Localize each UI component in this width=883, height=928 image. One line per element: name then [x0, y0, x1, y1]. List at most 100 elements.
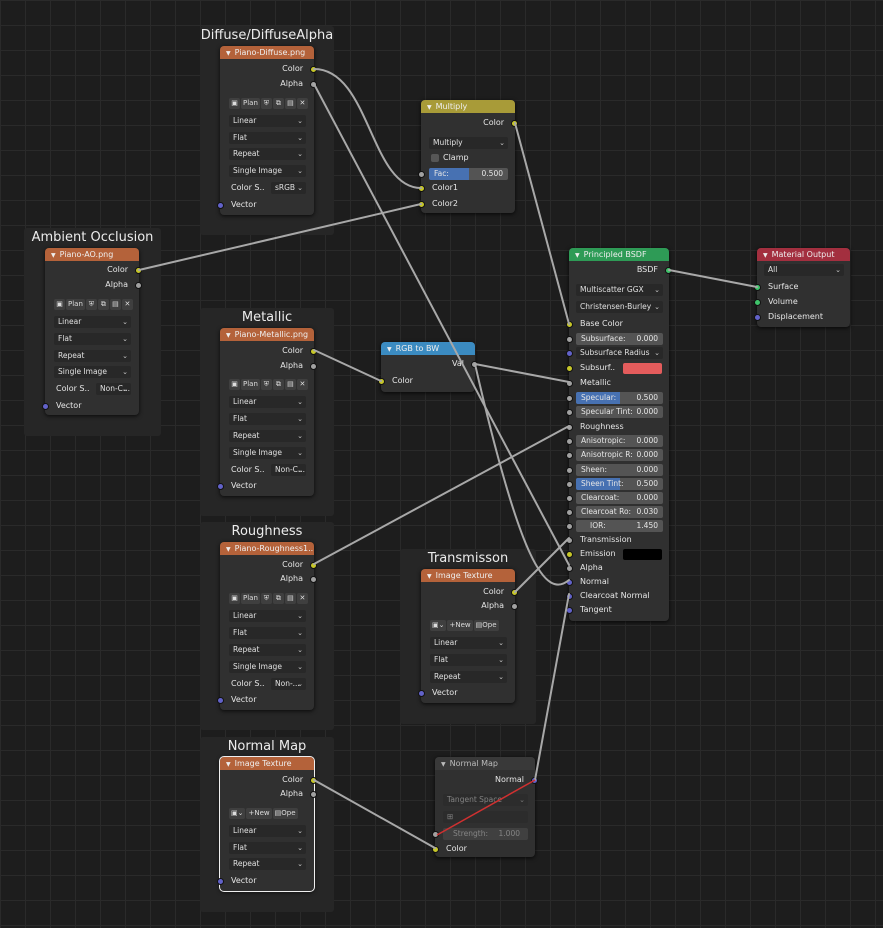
- fake-user-icon[interactable]: ⛨: [260, 593, 272, 604]
- image-browse-icon[interactable]: ▣: [54, 299, 65, 310]
- link-multiply-to-basecolor[interactable]: [514, 122, 570, 325]
- clearcoat-roughness-field[interactable]: Clearcoat Ro: 0.030: [576, 506, 663, 518]
- anisotropic-field[interactable]: Anisotropic: 0.000: [576, 435, 663, 447]
- socket-transmission-in[interactable]: [566, 537, 573, 544]
- socket-vector-in[interactable]: [217, 697, 224, 704]
- image-name[interactable]: Plan: [241, 98, 260, 109]
- node-editor-canvas[interactable]: Diffuse/DiffuseAlpha Ambient Occlusion M…: [0, 0, 883, 928]
- projection-dropdown[interactable]: Flat ⌄: [229, 627, 306, 639]
- subsurface-color-swatch[interactable]: [623, 363, 662, 374]
- socket-alpha-in[interactable]: [566, 565, 573, 572]
- socket-color-out[interactable]: [310, 777, 317, 784]
- socket-vector-in[interactable]: [418, 690, 425, 697]
- socket-anisotropic-rotation-in[interactable]: [566, 452, 573, 459]
- collapse-icon[interactable]: ▼: [441, 761, 446, 768]
- socket-color1-in[interactable]: [418, 185, 425, 192]
- image-texture-node-roughness[interactable]: ▼ Piano-Roughness1... Color Alpha ▣ Plan …: [217, 542, 317, 710]
- node-header[interactable]: ▼ Image Texture: [220, 757, 314, 770]
- fake-user-icon[interactable]: ⛨: [85, 299, 97, 310]
- socket-emission-in[interactable]: [566, 551, 573, 558]
- link-roughness-to-bsdf[interactable]: [313, 425, 570, 565]
- socket-color-out[interactable]: [310, 348, 317, 355]
- socket-specular-in[interactable]: [566, 395, 573, 402]
- extension-dropdown[interactable]: Repeat ⌄: [229, 644, 306, 656]
- node-header[interactable]: ▼ Principled BSDF: [569, 248, 669, 261]
- uv-map-field[interactable]: ⊞: [443, 811, 528, 823]
- open-folder-icon[interactable]: ▤: [109, 299, 121, 310]
- source-dropdown[interactable]: Single Image ⌄: [229, 165, 306, 177]
- link-rgb2bw-to-metallic[interactable]: [474, 363, 570, 383]
- duplicate-icon[interactable]: ⧉: [97, 299, 109, 310]
- link-bsdf-to-output[interactable]: [668, 269, 758, 288]
- image-name[interactable]: Plan: [241, 379, 260, 390]
- socket-vector-in[interactable]: [217, 878, 224, 885]
- image-selector[interactable]: ▣ Plan ⛨ ⧉ ▤ ✕: [229, 379, 308, 391]
- socket-volume-in[interactable]: [754, 299, 761, 306]
- socket-alpha-out[interactable]: [135, 282, 142, 289]
- socket-vector-in[interactable]: [217, 202, 224, 209]
- fac-slider[interactable]: Fac: 0.500: [429, 168, 508, 180]
- collapse-icon[interactable]: ▼: [427, 573, 432, 580]
- target-dropdown[interactable]: All ⌄: [764, 264, 844, 276]
- image-texture-node-transmission[interactable]: ▼ Image Texture Color Alpha ▣⌄ +New ▤Ope …: [418, 569, 518, 703]
- interpolation-dropdown[interactable]: Linear ⌄: [229, 115, 306, 127]
- subsurface-method-dropdown[interactable]: Christensen-Burley ⌄: [576, 301, 663, 313]
- subsurface-radius-dropdown[interactable]: Subsurface Radius ⌄: [576, 347, 663, 359]
- collapse-icon[interactable]: ▼: [387, 346, 392, 353]
- open-folder-icon[interactable]: ▤: [284, 98, 296, 109]
- node-header[interactable]: ▼ Piano-Metallic.png: [220, 328, 314, 341]
- open-image-button[interactable]: ▤Ope: [272, 808, 298, 819]
- socket-sheen-in[interactable]: [566, 467, 573, 474]
- duplicate-icon[interactable]: ⧉: [272, 379, 284, 390]
- image-browse-icon[interactable]: ▣⌄: [430, 620, 447, 631]
- collapse-icon[interactable]: ▼: [226, 332, 231, 339]
- node-header[interactable]: ▼ RGB to BW: [381, 342, 475, 355]
- interpolation-dropdown[interactable]: Linear ⌄: [54, 316, 131, 328]
- socket-color-out[interactable]: [310, 66, 317, 73]
- interpolation-dropdown[interactable]: Linear ⌄: [229, 825, 306, 837]
- collapse-icon[interactable]: ▼: [575, 252, 580, 259]
- image-texture-node-normal[interactable]: ▼ Image Texture Color Alpha ▣⌄ +New ▤Ope …: [217, 756, 317, 892]
- socket-subsurface-color-in[interactable]: [566, 365, 573, 372]
- projection-dropdown[interactable]: Flat ⌄: [229, 132, 306, 144]
- link-normalmap-to-bsdf[interactable]: [534, 593, 570, 781]
- clamp-checkbox[interactable]: [431, 154, 439, 162]
- socket-roughness-in[interactable]: [566, 424, 573, 431]
- node-header[interactable]: ▼ Piano-Diffuse.png: [220, 46, 314, 59]
- normal-map-node[interactable]: ▼ Normal Map Normal Tangent Space ⌄ ⊞ Stre…: [432, 757, 538, 857]
- socket-displacement-in[interactable]: [754, 314, 761, 321]
- colorspace-dropdown[interactable]: Non-C... ⌄: [96, 383, 131, 395]
- anisotropic-rotation-field[interactable]: Anisotropic R: 0.000: [576, 449, 663, 461]
- source-dropdown[interactable]: Single Image ⌄: [54, 366, 131, 378]
- colorspace-dropdown[interactable]: Non-C... ⌄: [271, 464, 306, 476]
- socket-alpha-out[interactable]: [310, 791, 317, 798]
- node-header[interactable]: ▼ Piano-AO.png: [45, 248, 139, 261]
- sheen-field[interactable]: Sheen: 0.000: [576, 464, 663, 476]
- projection-dropdown[interactable]: Flat ⌄: [229, 413, 306, 425]
- socket-normal-in[interactable]: [566, 579, 573, 586]
- socket-clearcoat-normal-in[interactable]: [566, 593, 573, 600]
- socket-val-out[interactable]: [471, 361, 478, 368]
- source-dropdown[interactable]: Single Image ⌄: [229, 661, 306, 673]
- socket-alpha-out[interactable]: [310, 576, 317, 583]
- fake-user-icon[interactable]: ⛨: [260, 379, 272, 390]
- socket-fac-in[interactable]: [418, 171, 425, 178]
- socket-color2-in[interactable]: [418, 201, 425, 208]
- image-selector[interactable]: ▣ Plan ⛨ ⧉ ▤ ✕: [229, 98, 308, 110]
- extension-dropdown[interactable]: Repeat ⌄: [229, 148, 306, 160]
- principled-bsdf-node[interactable]: ▼ Principled BSDF BSDF Multiscatter GGX ⌄ …: [566, 248, 672, 621]
- duplicate-icon[interactable]: ⧉: [272, 593, 284, 604]
- rgb-to-bw-node[interactable]: ▼ RGB to BW Val Color: [378, 342, 478, 392]
- interpolation-dropdown[interactable]: Linear ⌄: [430, 637, 507, 649]
- image-name[interactable]: Plan: [241, 593, 260, 604]
- socket-color-out[interactable]: [310, 562, 317, 569]
- image-texture-node-ao[interactable]: ▼ Piano-AO.png Color Alpha ▣ Plan ⛨ ⧉ ▤ ✕…: [42, 248, 142, 415]
- socket-normal-out[interactable]: [531, 777, 538, 784]
- open-folder-icon[interactable]: ▤: [284, 379, 296, 390]
- open-folder-icon[interactable]: ▤: [284, 593, 296, 604]
- image-texture-node-diffuse[interactable]: ▼ Piano-Diffuse.png Color Alpha ▣ Plan ⛨ …: [217, 46, 317, 215]
- specular-slider[interactable]: Specular: 0.500: [576, 392, 663, 404]
- collapse-icon[interactable]: ▼: [226, 761, 231, 768]
- image-browse-icon[interactable]: ▣⌄: [229, 808, 246, 819]
- socket-strength-in[interactable]: [432, 831, 439, 838]
